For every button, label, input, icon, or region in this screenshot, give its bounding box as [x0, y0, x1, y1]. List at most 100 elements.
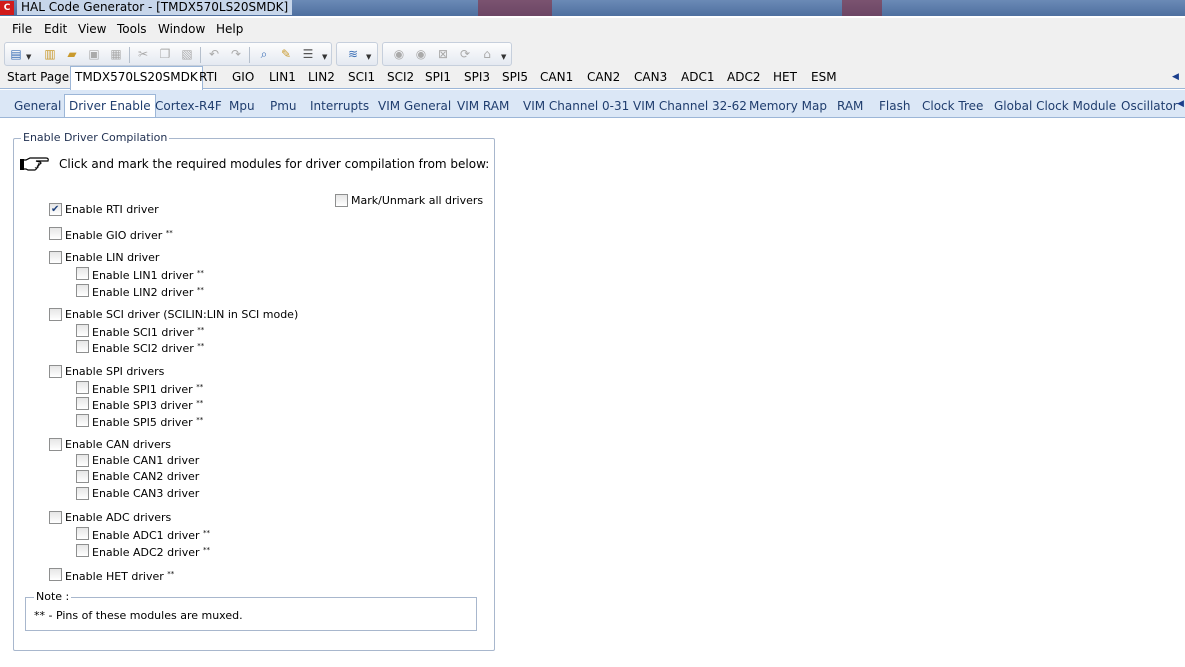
generate-code-icon[interactable]: ≋: [345, 46, 361, 62]
muxed-marker: **: [196, 416, 204, 424]
find-replace-icon[interactable]: ✎: [278, 46, 294, 62]
background-window-decoration: [478, 0, 552, 16]
tab-spi3[interactable]: SPI3: [460, 68, 494, 89]
tab-can1[interactable]: CAN1: [536, 68, 577, 89]
driver-checkbox[interactable]: [76, 397, 89, 410]
tab-mpu[interactable]: Mpu: [225, 96, 259, 118]
driver-checkbox[interactable]: [49, 251, 62, 264]
cut-icon[interactable]: ✂: [135, 46, 151, 62]
dropdown-arrow-icon[interactable]: ▼: [501, 53, 508, 63]
tab-general[interactable]: General: [10, 96, 65, 118]
home-icon[interactable]: ⌂: [479, 46, 495, 62]
menu-window[interactable]: Window: [155, 18, 208, 40]
tab-vim-general[interactable]: VIM General: [374, 96, 455, 118]
driver-checkbox[interactable]: [49, 365, 62, 378]
tab-can3[interactable]: CAN3: [630, 68, 671, 89]
driver-checkbox[interactable]: [76, 340, 89, 353]
tab-sci1[interactable]: SCI1: [344, 68, 379, 89]
tab-gio[interactable]: GIO: [228, 68, 258, 89]
driver-checkbox[interactable]: [49, 568, 62, 581]
tab-oscillator[interactable]: Oscillator: [1117, 96, 1182, 118]
tab-lin1[interactable]: LIN1: [265, 68, 300, 89]
tab-sci2[interactable]: SCI2: [383, 68, 418, 89]
menu-edit[interactable]: Edit: [41, 18, 70, 40]
tab-esm[interactable]: ESM: [807, 68, 841, 89]
undo-icon[interactable]: ↶: [206, 46, 222, 62]
tab-het[interactable]: HET: [769, 68, 801, 89]
mark-all-checkbox[interactable]: [335, 194, 348, 207]
stop-icon[interactable]: ⊠: [435, 46, 451, 62]
tab-global-clock-module[interactable]: Global Clock Module: [990, 96, 1120, 118]
driver-checkbox-label: Enable CAN1 driver: [92, 454, 200, 467]
menu-view[interactable]: View: [75, 18, 109, 40]
driver-checkbox[interactable]: [49, 438, 62, 451]
tab-adc1[interactable]: ADC1: [677, 68, 718, 89]
dropdown-arrow-icon[interactable]: ▼: [366, 53, 373, 63]
tab-interrupts[interactable]: Interrupts: [306, 96, 373, 118]
tab-start-page[interactable]: Start Page: [3, 68, 73, 89]
driver-checkbox[interactable]: [49, 511, 62, 524]
toolbar-separator: [129, 47, 130, 63]
driver-checkbox[interactable]: [49, 227, 62, 240]
muxed-marker: **: [196, 399, 204, 407]
tab-vim-channel-0-31[interactable]: VIM Channel 0-31: [519, 96, 633, 118]
tab-scroll-left-icon[interactable]: ◀: [1172, 72, 1179, 82]
driver-checkbox-label: Enable CAN2 driver: [92, 470, 200, 483]
tab-vim-ram[interactable]: VIM RAM: [453, 96, 513, 118]
tab-lin2[interactable]: LIN2: [304, 68, 339, 89]
navigation-toolbar: ◉ ◉ ⊠ ⟳ ⌂ ▼: [382, 42, 512, 66]
dropdown-arrow-icon[interactable]: ▼: [322, 53, 329, 63]
open-folder-icon[interactable]: ▰: [64, 46, 80, 62]
tab-vim-channel-32-62[interactable]: VIM Channel 32-62: [629, 96, 751, 118]
driver-checkbox[interactable]: [76, 284, 89, 297]
driver-checkbox[interactable]: [76, 454, 89, 467]
subtab-scroll-left-icon[interactable]: ◀: [1177, 99, 1184, 109]
tab-memory-map[interactable]: Memory Map: [745, 96, 831, 118]
copy-icon[interactable]: ❐: [157, 46, 173, 62]
properties-icon[interactable]: ☰: [300, 46, 316, 62]
tab-flash[interactable]: Flash: [875, 96, 914, 118]
forward-icon[interactable]: ◉: [413, 46, 429, 62]
new-project-icon[interactable]: ▤: [8, 46, 24, 62]
driver-checkbox[interactable]: [76, 527, 89, 540]
driver-checkbox-label: Enable SCI driver (SCILIN:LIN in SCI mod…: [65, 308, 299, 321]
driver-checkbox[interactable]: [76, 414, 89, 427]
driver-checkbox[interactable]: [76, 267, 89, 280]
menu-file[interactable]: File: [9, 18, 35, 40]
driver-checkbox[interactable]: [49, 203, 62, 216]
driver-checkbox[interactable]: [76, 324, 89, 337]
instruction-text: Click and mark the required modules for …: [59, 157, 490, 171]
save-icon[interactable]: ▣: [86, 46, 102, 62]
tab-clock-tree[interactable]: Clock Tree: [918, 96, 987, 118]
driver-checkbox[interactable]: [76, 544, 89, 557]
tab-rti[interactable]: RTI: [195, 68, 221, 89]
tab-cortex-r4f[interactable]: Cortex-R4F: [151, 96, 226, 118]
driver-checkbox[interactable]: [76, 470, 89, 483]
driver-checkbox[interactable]: [76, 381, 89, 394]
find-icon[interactable]: ⌕: [256, 46, 272, 62]
tab-can2[interactable]: CAN2: [583, 68, 624, 89]
paste-icon[interactable]: ▧: [179, 46, 195, 62]
muxed-marker: **: [203, 529, 210, 537]
toolbar-separator: [249, 47, 250, 63]
tab-spi5[interactable]: SPI5: [498, 68, 532, 89]
driver-checkbox[interactable]: [49, 308, 62, 321]
redo-icon[interactable]: ↷: [228, 46, 244, 62]
open-icon[interactable]: ▥: [42, 46, 58, 62]
tab-driver-enable[interactable]: Driver Enable: [64, 94, 156, 118]
note-text: ** - Pins of these modules are muxed.: [34, 609, 243, 622]
pointing-hand-icon: [20, 157, 49, 171]
tab-adc2[interactable]: ADC2: [723, 68, 764, 89]
menu-help[interactable]: Help: [213, 18, 246, 40]
refresh-icon[interactable]: ⟳: [457, 46, 473, 62]
driver-checkbox[interactable]: [76, 487, 89, 500]
tab-ram[interactable]: RAM: [833, 96, 867, 118]
toolbar-separator: [200, 47, 201, 63]
tab-pmu[interactable]: Pmu: [266, 96, 301, 118]
tab-tmdx570ls20smdk[interactable]: TMDX570LS20SMDK: [70, 66, 203, 90]
menu-tools[interactable]: Tools: [114, 18, 150, 40]
dropdown-arrow-icon[interactable]: ▼: [26, 53, 33, 63]
back-icon[interactable]: ◉: [391, 46, 407, 62]
tab-spi1[interactable]: SPI1: [421, 68, 455, 89]
save-all-icon[interactable]: ▦: [108, 46, 124, 62]
